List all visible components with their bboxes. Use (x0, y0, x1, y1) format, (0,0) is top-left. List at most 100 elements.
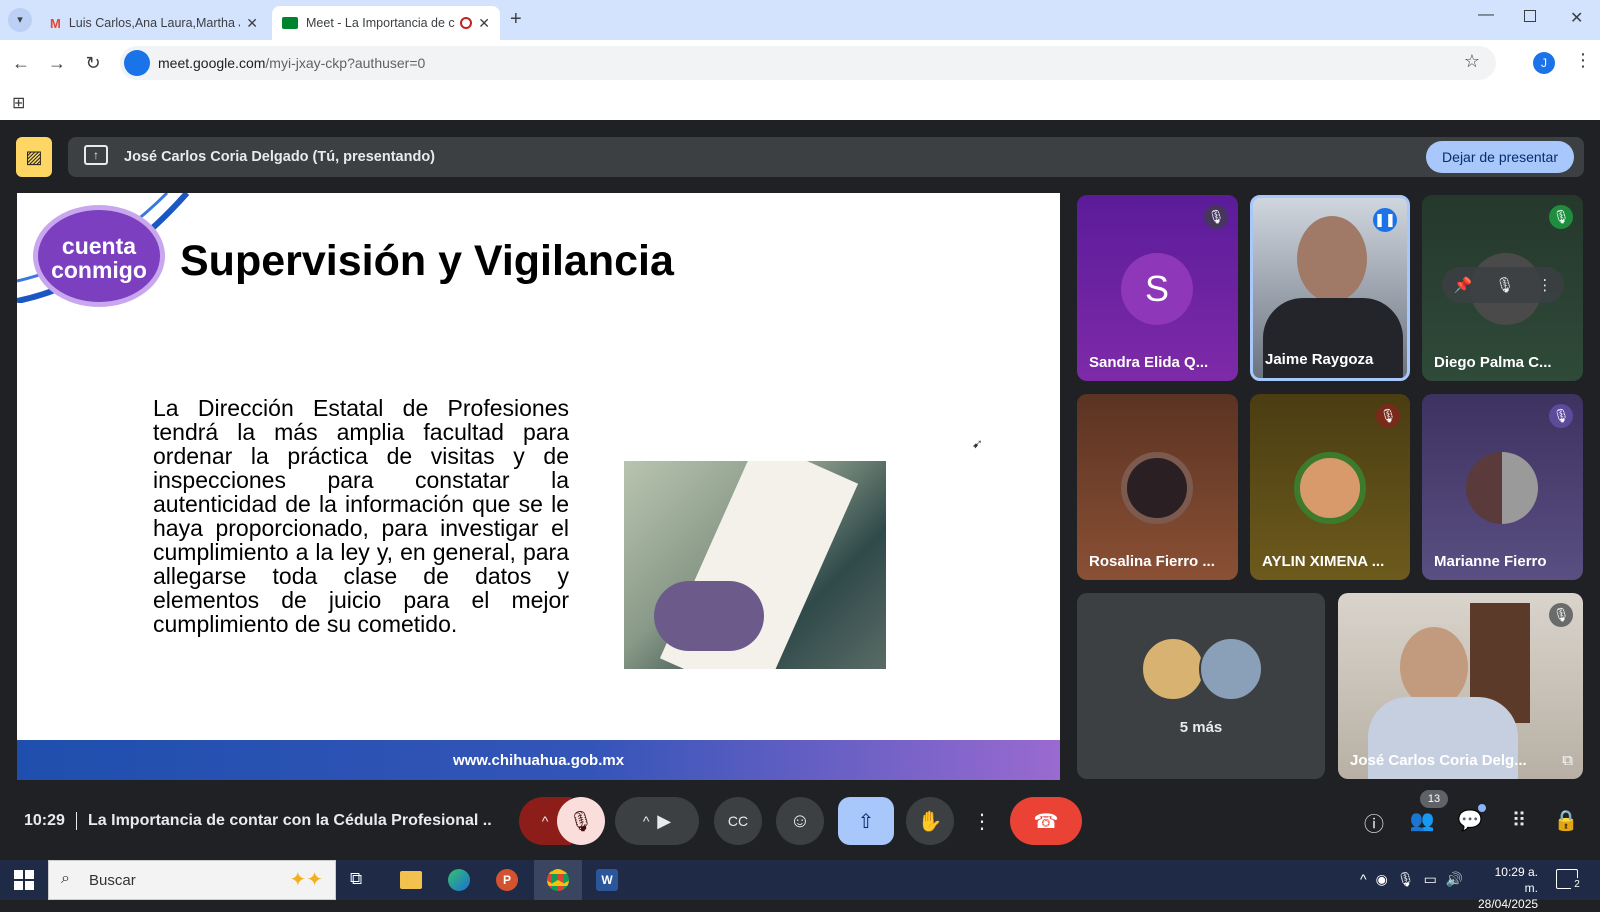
mic-off-icon: 🎙 (1549, 205, 1573, 229)
recording-icon (460, 17, 473, 29)
more-participants-tile[interactable]: 5 más (1077, 593, 1325, 779)
mic-off-icon: 🎙 (1549, 603, 1573, 627)
back-icon[interactable]: ← (8, 50, 34, 76)
camera-icon: ▶ (657, 810, 672, 831)
mute-icon[interactable]: 🎙 (1495, 276, 1514, 294)
participant-name: Rosalina Fierro ... (1089, 553, 1215, 570)
microphone-off-button[interactable]: 🎙 (557, 797, 605, 845)
search-icon: ⌕ (61, 870, 70, 887)
volume-icon[interactable]: 🔊 (1446, 871, 1472, 887)
site-info-icon[interactable] (124, 50, 150, 76)
participant-tile[interactable]: ❚❚ Jaime Raygoza (1250, 195, 1410, 381)
more-options-icon[interactable]: ⋮ (1537, 276, 1552, 294)
microphone-icon[interactable]: 🎙 (1397, 871, 1424, 887)
search-highlight-icon: ✦✦ (289, 869, 323, 891)
participant-tile[interactable]: 🎙 AYLIN XIMENA ... (1250, 394, 1410, 580)
minimize-button[interactable]: — (1478, 6, 1494, 24)
people-icon[interactable]: 👥 (1408, 808, 1436, 833)
mic-off-icon: 🎙 (1549, 404, 1573, 428)
search-placeholder: Buscar (89, 872, 136, 889)
reload-icon[interactable]: ↻ (80, 50, 106, 76)
present-button[interactable]: ⇧ (838, 797, 894, 845)
mic-off-icon: 🎙 (1204, 205, 1228, 229)
presenting-label: José Carlos Coria Delgado (Tú, presentan… (124, 149, 435, 165)
screen-share-icon: ↑ (84, 145, 108, 165)
clock-date: 28/04/2025 (1478, 897, 1539, 911)
raise-hand-button[interactable]: ✋ (906, 797, 954, 845)
tab-title: Luis Carlos,Ana Laura,Martha Ju (68, 16, 241, 30)
network-icon[interactable]: ▭ (1424, 871, 1446, 887)
video-options-button[interactable]: ^ ▶ (615, 797, 699, 845)
avatar (1294, 452, 1366, 524)
tile-hover-controls: 📌 🎙 ⋮ (1442, 267, 1564, 303)
edge-icon[interactable] (448, 869, 470, 891)
logo-word: conmigo (51, 257, 147, 283)
people-count-badge: 13 (1420, 790, 1448, 808)
close-window-button[interactable]: ✕ (1570, 8, 1583, 28)
profile-avatar[interactable]: J (1533, 52, 1555, 74)
presenting-indicator-icon[interactable]: ▨ (16, 137, 52, 177)
file-explorer-icon[interactable] (400, 871, 422, 889)
address-bar[interactable]: meet.google.com/myi-jxay-ckp?authuser=0 … (120, 46, 1496, 80)
powerpoint-icon[interactable]: P (496, 869, 518, 891)
presentation-slide: cuenta conmigo Supervisión y Vigilancia … (17, 193, 1060, 780)
more-participants-label: 5 más (1179, 719, 1223, 736)
browser-menu-icon[interactable]: ⋮ (1574, 50, 1592, 71)
bookmark-star-icon[interactable]: ☆ (1464, 51, 1480, 72)
tray-chevron-icon[interactable]: ^ (1360, 871, 1376, 887)
stop-presenting-button[interactable]: Dejar de presentar (1426, 141, 1574, 173)
tab-search-button[interactable]: ▾ (8, 8, 32, 32)
chat-unread-dot (1478, 804, 1486, 812)
tab-gmail[interactable]: M Luis Carlos,Ana Laura,Martha Ju ✕ (40, 6, 268, 40)
avatar (1121, 452, 1193, 524)
windows-logo-tile (14, 881, 23, 890)
avatar: S (1121, 253, 1193, 325)
participant-name: Jaime Raygoza (1265, 351, 1374, 368)
pin-icon[interactable]: 📌 (1454, 276, 1473, 294)
forward-icon[interactable]: → (44, 50, 70, 76)
gmail-icon: M (50, 15, 61, 31)
speaking-indicator-icon: ❚❚ (1373, 208, 1397, 232)
close-tab-icon[interactable]: ✕ (478, 15, 490, 32)
participant-tile[interactable]: S 🎙 Sandra Elida Q... (1077, 195, 1238, 381)
more-options-button[interactable]: ⋮ (968, 797, 996, 845)
task-view-icon[interactable]: ⧉ (350, 869, 362, 889)
close-tab-icon[interactable]: ✕ (246, 15, 258, 32)
captions-button[interactable]: CC (714, 797, 762, 845)
participant-video-face (1400, 627, 1468, 707)
avatar (1466, 452, 1538, 524)
bookmarks-bar: ⊞ (0, 86, 1600, 120)
activities-icon[interactable]: ⠿ (1505, 808, 1533, 833)
apps-grid-icon[interactable]: ⊞ (12, 93, 25, 113)
meeting-details-icon[interactable]: ⓘ (1360, 808, 1388, 837)
webcam-icon[interactable]: ◉ (1376, 871, 1397, 887)
self-view-tile[interactable]: 🎙 José Carlos Coria Delg... ⧉ (1338, 593, 1583, 779)
picture-in-picture-icon[interactable]: ⧉ (1562, 752, 1573, 769)
participant-tile[interactable]: Rosalina Fierro ... (1077, 394, 1238, 580)
taskbar-clock[interactable]: 10:29 a. m. 28/04/2025 (1478, 864, 1538, 912)
windows-start-icon[interactable] (14, 870, 34, 890)
divider (76, 812, 77, 830)
tab-meet[interactable]: Meet - La Importancia de c ✕ (272, 6, 500, 40)
tab-title: Meet - La Importancia de c (306, 16, 455, 30)
participant-tile[interactable]: 🎙 Marianne Fierro (1422, 394, 1583, 580)
footer-url: www.chihuahua.gob.mx (452, 752, 625, 769)
windows-taskbar: ⌕ Buscar ✦✦ ⧉ P W ^◉🎙▭🔊 10:29 a. m. 28/0… (0, 860, 1600, 911)
participant-tile[interactable]: 📌 🎙 ⋮ 🎙 Diego Palma C... (1422, 195, 1583, 381)
avatar (1141, 637, 1205, 701)
mic-off-icon: 🎙 (1376, 404, 1400, 428)
host-controls-icon[interactable]: 🔒 (1552, 808, 1580, 833)
restore-button[interactable] (1524, 10, 1536, 22)
taskbar-search-box[interactable]: ⌕ Buscar ✦✦ (48, 860, 336, 900)
participant-name: Diego Palma C... (1434, 354, 1552, 371)
slide-footer: www.chihuahua.gob.mx (17, 740, 1060, 780)
leave-call-button[interactable]: ☎ (1010, 797, 1082, 845)
new-tab-button[interactable]: + (510, 8, 522, 31)
reactions-button[interactable]: ☺ (776, 797, 824, 845)
notification-count-badge: 2 (1570, 878, 1584, 892)
slide-title: Supervisión y Vigilancia (180, 237, 674, 285)
chrome-icon[interactable] (534, 860, 582, 900)
participant-name: AYLIN XIMENA ... (1262, 553, 1385, 570)
slide-photo (624, 461, 886, 669)
word-icon[interactable]: W (596, 869, 618, 891)
